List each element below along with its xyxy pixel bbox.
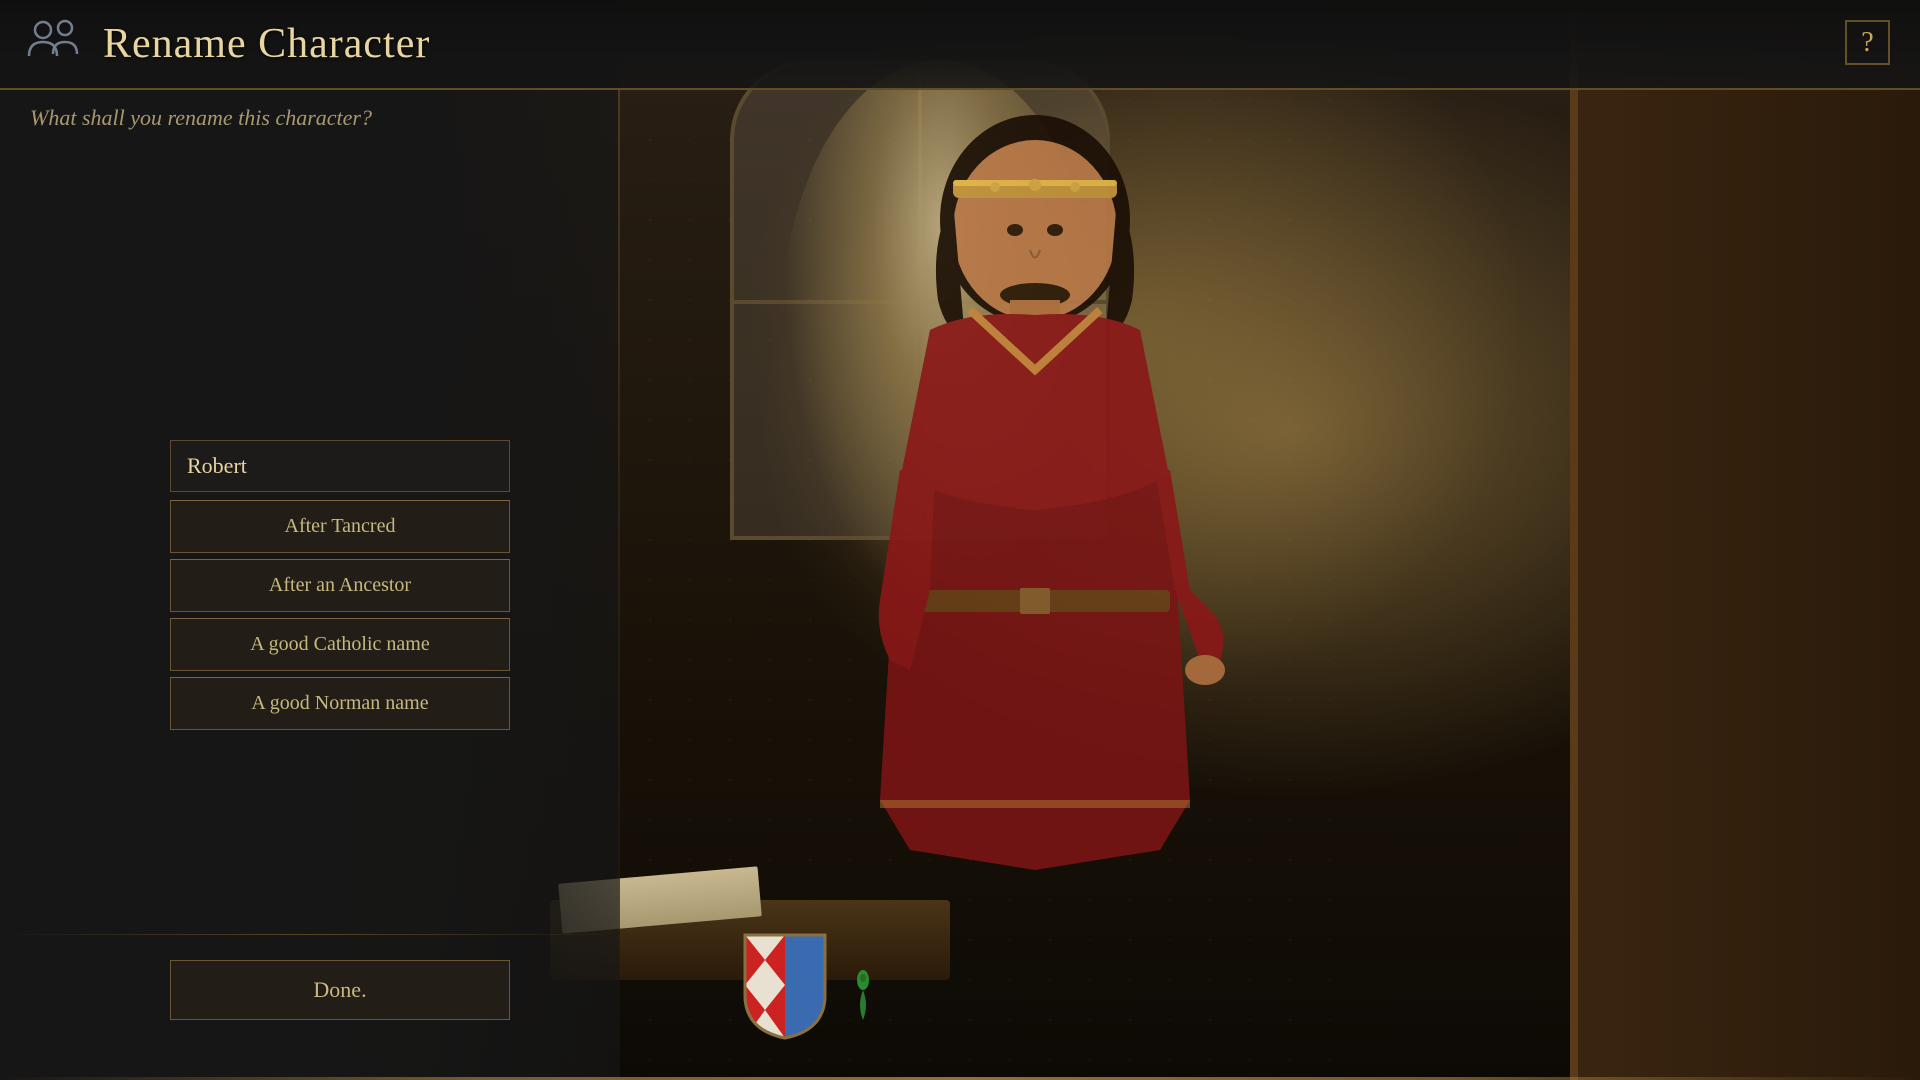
help-button[interactable]: ?: [1845, 20, 1890, 65]
header-icon-container: [20, 12, 85, 77]
header-bar: Rename Character: [0, 0, 1920, 90]
subtitle-text: What shall you rename this character?: [30, 105, 372, 131]
option-after-tancred[interactable]: After Tancred: [170, 500, 510, 553]
coat-of-arms: [740, 930, 830, 1040]
name-input-container: [170, 440, 510, 492]
religion-icon: [838, 970, 888, 1040]
done-button[interactable]: Done.: [170, 960, 510, 1020]
options-container: After Tancred After an Ancestor A good C…: [170, 500, 510, 730]
option-after-ancestor[interactable]: After an Ancestor: [170, 559, 510, 612]
panel-border: [618, 90, 620, 1030]
bookshelf: [1570, 0, 1920, 1080]
option-catholic-name[interactable]: A good Catholic name: [170, 618, 510, 671]
people-icon: [23, 14, 83, 74]
page-title: Rename Character: [103, 20, 430, 68]
option-norman-name[interactable]: A good Norman name: [170, 677, 510, 730]
bottom-separator: [0, 934, 620, 935]
name-input[interactable]: [170, 440, 510, 492]
character-figure: [820, 100, 1250, 970]
heraldry-area: [740, 930, 888, 1040]
